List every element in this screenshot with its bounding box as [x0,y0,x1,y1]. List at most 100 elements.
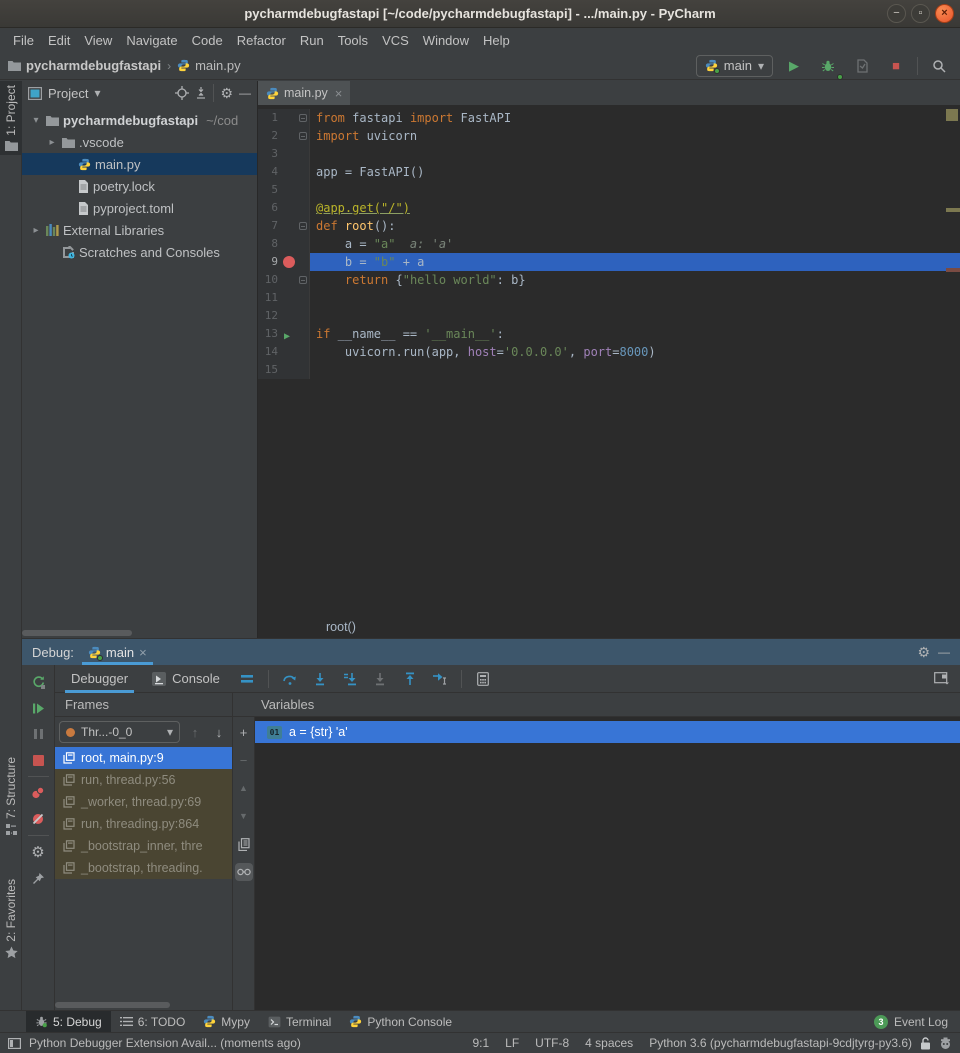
breadcrumb-method[interactable]: root() [326,620,356,634]
tab-console[interactable]: Console [142,665,230,693]
add-watch-icon[interactable]: + [235,723,253,741]
gear-icon[interactable]: ⚙ [22,839,55,865]
view-breakpoints-icon[interactable] [22,780,55,806]
code-line-14[interactable]: 14 uvicorn.run(app, host='0.0.0.0', port… [258,343,960,361]
chevron-down-icon[interactable]: ▾ [30,115,42,126]
status-item-2[interactable]: UTF-8 [535,1036,569,1050]
move-down-icon[interactable]: ▼ [235,807,253,825]
thread-selector[interactable]: Thr...-0_0 ▾ [59,721,180,743]
code-line-1[interactable]: 1from fastapi import FastAPI [258,109,960,127]
code-line-8[interactable]: 8 a = "a" a: 'a' [258,235,960,253]
status-item-1[interactable]: LF [505,1036,519,1050]
stripe-project-button[interactable]: 1: Project [0,81,22,155]
frame-row[interactable]: root, main.py:9 [55,747,232,769]
gutter-line-12[interactable]: 12 [258,307,310,325]
menu-help[interactable]: Help [476,30,517,51]
frame-row[interactable]: _bootstrap, threading. [55,857,232,879]
frame-row[interactable]: run, thread.py:56 [55,769,232,791]
project-horizontal-scrollbar[interactable] [22,629,257,638]
step-out-icon[interactable] [397,667,423,691]
status-item-0[interactable]: 9:1 [472,1036,489,1050]
show-watches-icon[interactable] [235,863,253,881]
menu-window[interactable]: Window [416,30,476,51]
layout-menu-icon[interactable] [234,667,260,691]
gutter-line-4[interactable]: 4 [258,163,310,181]
toolwindow-button-python-console[interactable]: Python Console [340,1011,461,1033]
gutter-line-14[interactable]: 14 [258,343,310,361]
rerun-icon[interactable] [22,669,55,695]
fold-icon[interactable] [299,114,307,122]
pause-icon[interactable] [22,721,55,747]
code-line-6[interactable]: 6@app.get("/") [258,199,960,217]
gutter-line-3[interactable]: 3 [258,145,310,163]
code-line-15[interactable]: 15 [258,361,960,379]
gutter-line-11[interactable]: 11 [258,289,310,307]
step-into-my-code-icon[interactable] [337,667,363,691]
toolwindow-button-mypy[interactable]: Mypy [194,1011,259,1033]
gutter-line-6[interactable]: 6 [258,199,310,217]
code-line-10[interactable]: 10 return {"hello world": b} [258,271,960,289]
mute-breakpoints-icon[interactable] [22,806,55,832]
gutter-line-13[interactable]: 13▶ [258,325,310,343]
menu-code[interactable]: Code [185,30,230,51]
toolwindow-button-terminal[interactable]: Terminal [259,1011,340,1033]
coverage-button[interactable] [849,54,875,78]
next-frame-icon[interactable]: ↓ [210,725,228,740]
collapse-all-icon[interactable] [195,86,207,100]
breadcrumb-project[interactable]: pycharmdebugfastapi [26,58,161,73]
run-config-selector[interactable]: main ▾ [696,55,773,77]
status-item-3[interactable]: 4 spaces [585,1036,633,1050]
debug-session-tab[interactable]: main × [82,639,153,665]
menu-view[interactable]: View [77,30,119,51]
breakpoint-icon[interactable] [283,256,295,268]
frames-horizontal-scrollbar[interactable] [55,1001,232,1010]
minimize-button[interactable]: − [887,4,906,23]
breadcrumb-file[interactable]: main.py [195,58,241,73]
code-line-2[interactable]: 2import uvicorn [258,127,960,145]
hide-panel-icon[interactable]: — [938,645,950,659]
editor-tab-mainpy[interactable]: main.py × [258,81,350,105]
event-log-button[interactable]: Event Log [894,1015,948,1029]
frame-row[interactable]: _worker, thread.py:69 [55,791,232,813]
code-line-7[interactable]: 7def root(): [258,217,960,235]
restore-layout-icon[interactable] [928,667,954,691]
maximize-button[interactable]: ▫ [911,4,930,23]
search-icon[interactable] [926,54,952,78]
move-up-icon[interactable]: ▲ [235,779,253,797]
menu-vcs[interactable]: VCS [375,30,416,51]
remove-watch-icon[interactable]: − [235,751,253,769]
locate-icon[interactable] [175,86,189,100]
chevron-right-icon[interactable]: ▸ [46,137,58,148]
close-button[interactable]: × [935,4,954,23]
menu-run[interactable]: Run [293,30,331,51]
fold-icon[interactable] [299,222,307,230]
stripe-favorites-button[interactable]: 2: Favorites [0,875,22,963]
duplicate-watch-icon[interactable] [235,835,253,853]
evaluate-expression-icon[interactable] [470,667,496,691]
step-into-icon[interactable] [307,667,333,691]
close-session-icon[interactable]: × [139,645,147,660]
prev-frame-icon[interactable]: ↑ [186,725,204,740]
variable-row[interactable]: 01a = {str} 'a' [255,721,960,743]
code-line-11[interactable]: 11 [258,289,960,307]
menu-file[interactable]: File [6,30,41,51]
frame-row[interactable]: run, threading.py:864 [55,813,232,835]
tree-item-scratches-and-consoles[interactable]: Scratches and Consoles [22,241,257,263]
project-panel-title[interactable]: Project [48,86,88,101]
frame-row[interactable]: _bootstrap_inner, thre [55,835,232,857]
warning-stripe-mark[interactable] [946,208,960,212]
gear-icon[interactable]: ⚙ [220,85,233,102]
tree-item-external-libraries[interactable]: ▸External Libraries [22,219,257,241]
gutter-line-9[interactable]: 9 [258,253,310,271]
lock-icon[interactable] [920,1037,931,1050]
fold-icon[interactable] [299,276,307,284]
gutter-line-8[interactable]: 8 [258,235,310,253]
hector-inspector-icon[interactable] [939,1037,952,1050]
chevron-down-icon[interactable]: ▾ [94,86,100,100]
menu-edit[interactable]: Edit [41,30,77,51]
toolwindow-toggle-icon[interactable] [8,1038,21,1049]
stop-button[interactable]: ■ [883,54,909,78]
menu-tools[interactable]: Tools [331,30,375,51]
gutter-line-7[interactable]: 7 [258,217,310,235]
menu-refactor[interactable]: Refactor [230,30,293,51]
